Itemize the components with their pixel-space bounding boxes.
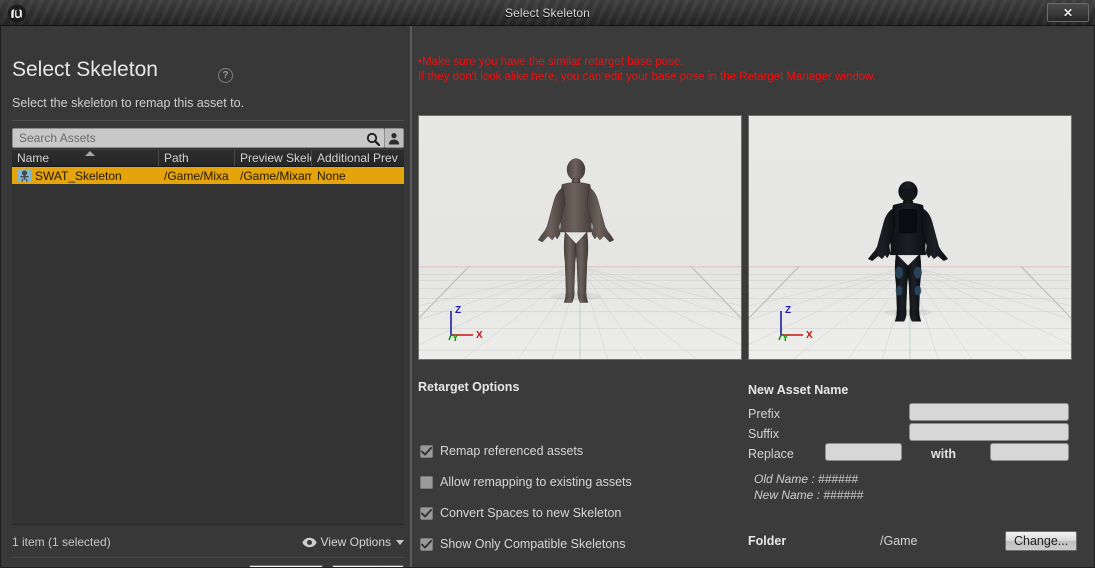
option-allow-remapping-existing[interactable]: Allow remapping to existing assets: [420, 474, 740, 490]
retarget-options-title: Retarget Options: [418, 380, 520, 394]
new-asset-name-title: New Asset Name: [748, 383, 849, 397]
checkbox-unchecked-icon[interactable]: [420, 475, 433, 489]
person-filter-icon[interactable]: [385, 128, 404, 148]
column-header-name-label: Name: [17, 151, 50, 165]
svg-text:Z: Z: [455, 305, 461, 316]
divider-top: [12, 120, 404, 121]
suffix-field[interactable]: [909, 423, 1069, 441]
svg-text:X: X: [806, 330, 813, 341]
item-count-status: 1 item (1 selected): [12, 535, 111, 549]
checkbox-checked-icon[interactable]: [420, 506, 433, 520]
option-convert-spaces[interactable]: Convert Spaces to new Skeleton: [420, 505, 740, 521]
sort-ascending-icon: [85, 151, 95, 156]
select-skeleton-dialog: Select Skeleton ✕ Select Skeleton ? Sele…: [0, 0, 1095, 568]
view-options-label: View Options: [320, 535, 391, 549]
column-header-path[interactable]: Path: [159, 150, 235, 166]
replace-field[interactable]: [825, 443, 902, 461]
eye-icon: [301, 537, 317, 548]
cell-name: SWAT_Skeleton: [12, 169, 159, 183]
page-title: Select Skeleton: [12, 58, 158, 81]
replace-label: Replace: [748, 447, 794, 461]
search-row: [12, 128, 404, 148]
option-remap-referenced-assets[interactable]: Remap referenced assets: [420, 443, 740, 459]
option-show-compatible-skeletons[interactable]: Show Only Compatible Skeletons: [420, 536, 740, 552]
asset-table-header: Name Path Preview Skeleta Additional Pre…: [12, 150, 404, 167]
option-label: Convert Spaces to new Skeleton: [440, 506, 622, 520]
column-header-additional-preview[interactable]: Additional Prev: [312, 150, 404, 166]
target-axis-gizmo: Z X Y: [778, 305, 813, 341]
panel-splitter[interactable]: [410, 26, 412, 568]
suffix-label: Suffix: [748, 427, 780, 441]
old-name-text: Old Name : ######: [754, 472, 859, 486]
search-input[interactable]: [13, 131, 384, 145]
option-label: Show Only Compatible Skeletons: [440, 537, 626, 551]
with-input[interactable]: [991, 445, 1068, 461]
prefix-input[interactable]: [910, 405, 1068, 421]
svg-text:Z: Z: [785, 305, 791, 316]
column-header-name[interactable]: Name: [12, 150, 159, 166]
asset-picker-panel: Select Skeleton ? Select the skeleton to…: [0, 26, 412, 568]
column-header-preview-skeletal[interactable]: Preview Skeleta: [235, 150, 312, 166]
cell-path: /Game/Mixa: [164, 168, 229, 183]
with-field[interactable]: [990, 443, 1069, 461]
checkbox-checked-icon[interactable]: [420, 537, 433, 551]
warning-line-2: If they don't look alike here, you can e…: [418, 71, 877, 83]
chevron-down-icon: [396, 539, 404, 545]
source-axis-gizmo: Z X Y: [448, 305, 483, 341]
window-title: Select Skeleton: [505, 6, 590, 20]
source-viewport[interactable]: Z X Y: [418, 115, 742, 360]
warning-line-1: •Make sure you have the similar retarget…: [418, 56, 684, 68]
window-title-bar: Select Skeleton ✕: [0, 0, 1095, 26]
asset-table-body[interactable]: SWAT_Skeleton /Game/Mixa /Game/Mixam Non…: [12, 167, 404, 525]
retarget-settings-panel: •Make sure you have the similar retarget…: [413, 26, 1095, 568]
svg-text:Y: Y: [782, 333, 789, 341]
svg-text:X: X: [476, 330, 483, 341]
page-subtitle: Select the skeleton to remap this asset …: [12, 96, 245, 110]
skeleton-asset-icon: [17, 169, 31, 183]
status-row: 1 item (1 selected) View Options: [12, 533, 404, 551]
replace-input[interactable]: [826, 445, 901, 461]
cell-name-label: SWAT_Skeleton: [35, 168, 122, 183]
folder-label: Folder: [748, 534, 787, 548]
prefix-label: Prefix: [748, 407, 780, 421]
warning-message: •Make sure you have the similar retarget…: [418, 55, 1088, 85]
close-icon[interactable]: ✕: [1047, 3, 1089, 22]
divider-bottom: [12, 557, 404, 558]
checkbox-checked-icon[interactable]: [420, 444, 433, 458]
search-icon[interactable]: [365, 131, 380, 146]
cell-additional-preview: None: [317, 168, 346, 183]
prefix-field[interactable]: [909, 403, 1069, 421]
svg-text:Y: Y: [452, 333, 459, 341]
folder-path-value: /Game: [880, 534, 918, 548]
view-options-button[interactable]: View Options: [301, 535, 404, 549]
change-folder-button[interactable]: Change...: [1005, 531, 1078, 551]
with-label: with: [931, 447, 956, 461]
target-viewport[interactable]: Z X Y: [748, 115, 1072, 360]
option-label: Allow remapping to existing assets: [440, 475, 632, 489]
cell-preview-skeletal: /Game/Mixam: [240, 168, 312, 183]
option-label: Remap referenced assets: [440, 444, 584, 458]
table-row[interactable]: SWAT_Skeleton /Game/Mixa /Game/Mixam Non…: [12, 167, 404, 184]
new-name-text: New Name : ######: [754, 488, 864, 502]
search-box[interactable]: [12, 128, 385, 148]
suffix-input[interactable]: [910, 425, 1068, 441]
help-icon[interactable]: ?: [218, 68, 233, 83]
